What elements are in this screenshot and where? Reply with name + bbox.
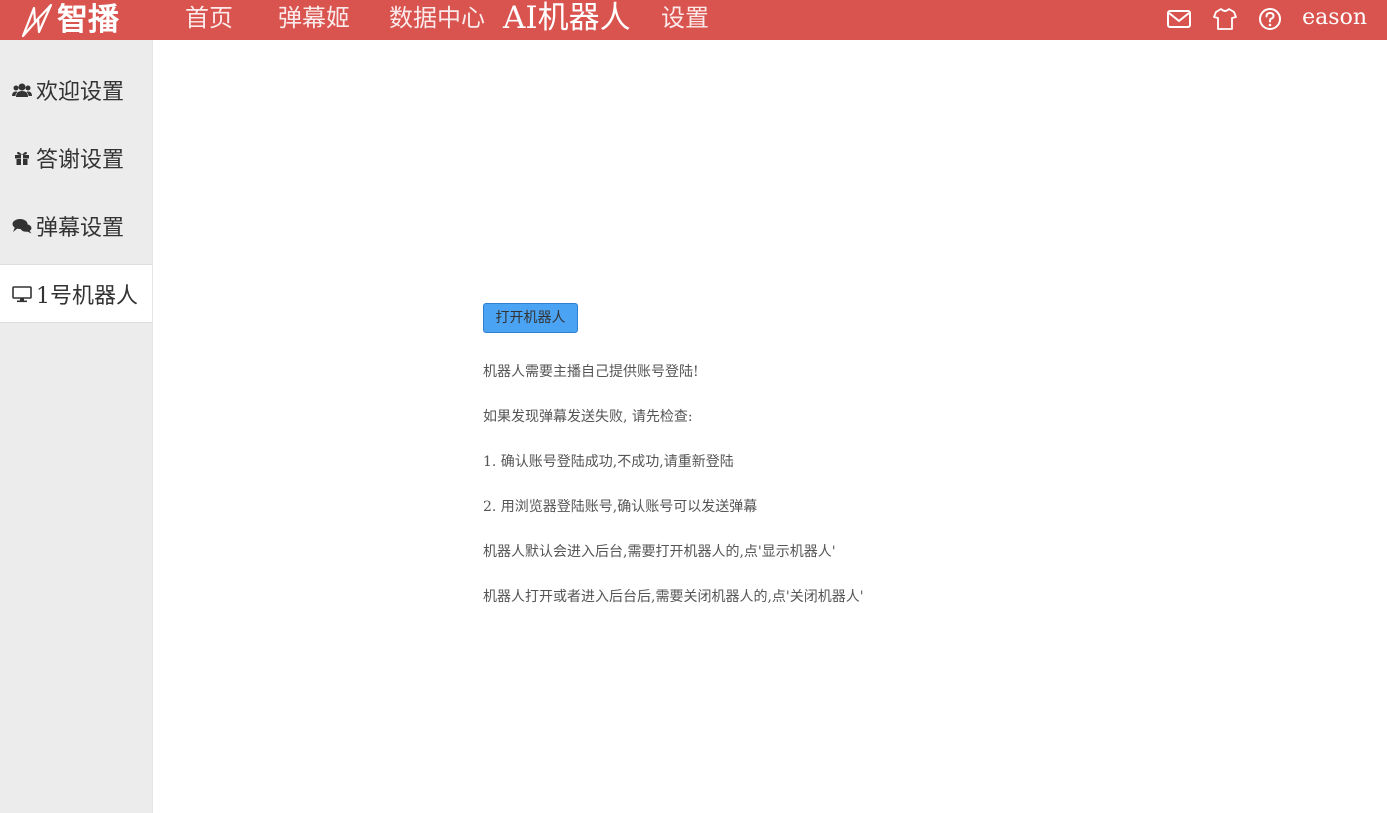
sidebar: 欢迎设置 答谢设置 弹幕设置 1号机器人 — [0, 40, 153, 813]
sidebar-item-label: 答谢设置 — [36, 147, 125, 173]
comments-icon — [11, 218, 33, 234]
nav-danmaku[interactable]: 弹幕姬 — [278, 0, 350, 40]
open-robot-button[interactable]: 打开机器人 — [483, 303, 578, 333]
lightning-logo-icon — [20, 2, 56, 38]
desktop-icon — [11, 285, 33, 303]
nav-home[interactable]: 首页 — [185, 0, 233, 40]
info-line-account-required: 机器人需要主播自己提供账号登陆! — [483, 364, 699, 380]
nav-data-center[interactable]: 数据中心 — [389, 0, 485, 40]
sidebar-item-thanks[interactable]: 答谢设置 — [0, 128, 152, 187]
brand-name: 智播 — [57, 2, 119, 38]
info-line-show-robot: 机器人默认会进入后台,需要打开机器人的,点'显示机器人' — [483, 544, 836, 560]
shirt-icon[interactable] — [1212, 6, 1238, 32]
sidebar-item-label: 欢迎设置 — [36, 79, 125, 105]
sidebar-item-robot-1[interactable]: 1号机器人 — [0, 264, 152, 323]
info-line-step-2: 2. 用浏览器登陆账号,确认账号可以发送弹幕 — [483, 499, 758, 515]
info-line-close-robot: 机器人打开或者进入后台后,需要关闭机器人的,点'关闭机器人' — [483, 589, 864, 605]
help-icon[interactable] — [1257, 6, 1283, 32]
info-line-step-1: 1. 确认账号登陆成功,不成功,请重新登陆 — [483, 454, 734, 470]
top-navbar: 智播 首页 弹幕姬 数据中心 AI机器人 设置 eason — [0, 0, 1387, 40]
sidebar-item-label: 1号机器人 — [36, 283, 138, 309]
brand-logo[interactable]: 智播 — [20, 0, 119, 40]
sidebar-item-welcome[interactable]: 欢迎设置 — [0, 60, 152, 119]
user-menu[interactable]: eason — [1302, 0, 1367, 40]
sidebar-item-danmaku[interactable]: 弹幕设置 — [0, 196, 152, 255]
nav-ai-robot[interactable]: AI机器人 — [503, 0, 631, 40]
info-line-check-intro: 如果发现弹幕发送失败, 请先检查: — [483, 409, 693, 425]
gift-icon — [11, 150, 33, 166]
nav-settings[interactable]: 设置 — [661, 0, 709, 40]
sidebar-item-label: 弹幕设置 — [36, 215, 125, 241]
mail-icon[interactable] — [1166, 6, 1192, 32]
users-icon — [11, 81, 33, 99]
